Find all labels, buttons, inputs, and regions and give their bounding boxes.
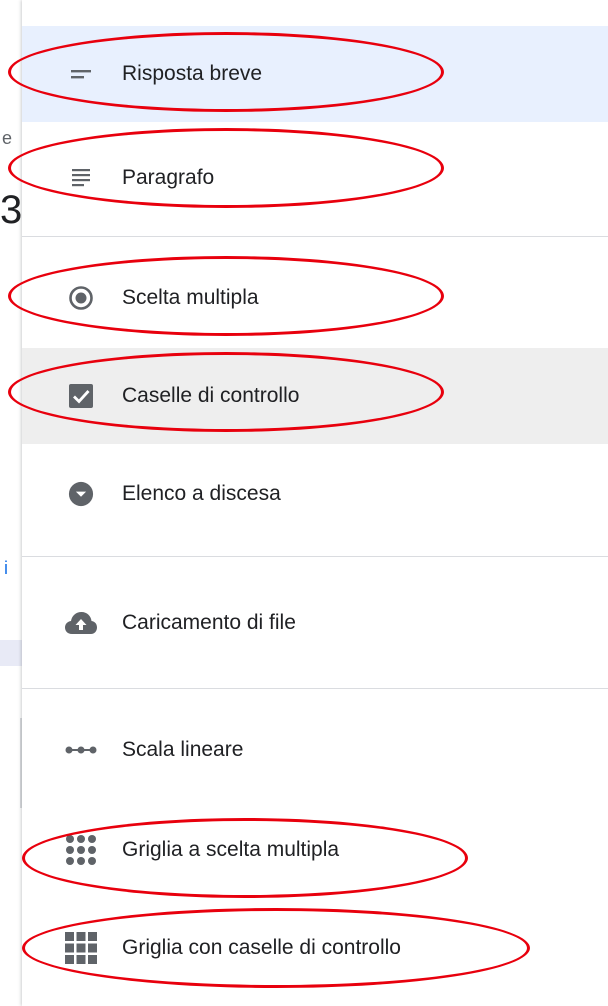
menu-item-checkbox-grid[interactable]: Griglia con caselle di controllo — [22, 900, 608, 996]
menu-item-linear-scale[interactable]: Scala lineare — [22, 700, 608, 800]
menu-item-label: Elenco a discesa — [122, 482, 281, 505]
menu-item-label: Caselle di controllo — [122, 384, 300, 407]
menu-item-label: Paragrafo — [122, 166, 215, 189]
multiple-choice-grid-icon — [64, 833, 98, 867]
menu-item-paragraph[interactable]: Paragrafo — [22, 122, 608, 234]
menu-item-short-answer[interactable]: Risposta breve — [22, 26, 608, 122]
menu-item-label: Caricamento di file — [122, 611, 296, 634]
background-bar — [0, 640, 22, 666]
menu-divider — [22, 236, 608, 237]
radio-button-icon — [68, 285, 94, 311]
menu-divider — [22, 688, 608, 689]
linear-scale-icon — [64, 737, 98, 763]
checkbox-icon — [68, 383, 94, 409]
cloud-upload-icon — [64, 610, 98, 636]
menu-item-multiple-choice[interactable]: Scelta multipla — [22, 248, 608, 348]
menu-item-checkboxes[interactable]: Caselle di controllo — [22, 348, 608, 444]
dropdown-icon — [68, 481, 94, 507]
background-title-fragment: 3 — [0, 188, 23, 232]
menu-item-multiple-choice-grid[interactable]: Griglia a scelta multipla — [22, 800, 608, 900]
menu-item-label: Griglia a scelta multipla — [122, 838, 340, 861]
menu-item-label: Scelta multipla — [122, 286, 259, 309]
checkbox-grid-icon — [64, 931, 98, 965]
menu-item-file-upload[interactable]: Caricamento di file — [22, 568, 608, 678]
paragraph-icon — [68, 165, 94, 191]
question-type-menu: Risposta breve Paragrafo Scelta multipla… — [22, 0, 608, 1006]
menu-item-label: Risposta breve — [122, 62, 263, 85]
background-text-fragment: e — [2, 128, 13, 148]
menu-item-label: Scala lineare — [122, 738, 244, 761]
menu-item-dropdown[interactable]: Elenco a discesa — [22, 444, 608, 544]
menu-divider — [22, 556, 608, 557]
background-link-fragment: i — [4, 558, 8, 578]
menu-item-label: Griglia con caselle di controllo — [122, 936, 401, 959]
short-answer-icon — [68, 61, 94, 87]
